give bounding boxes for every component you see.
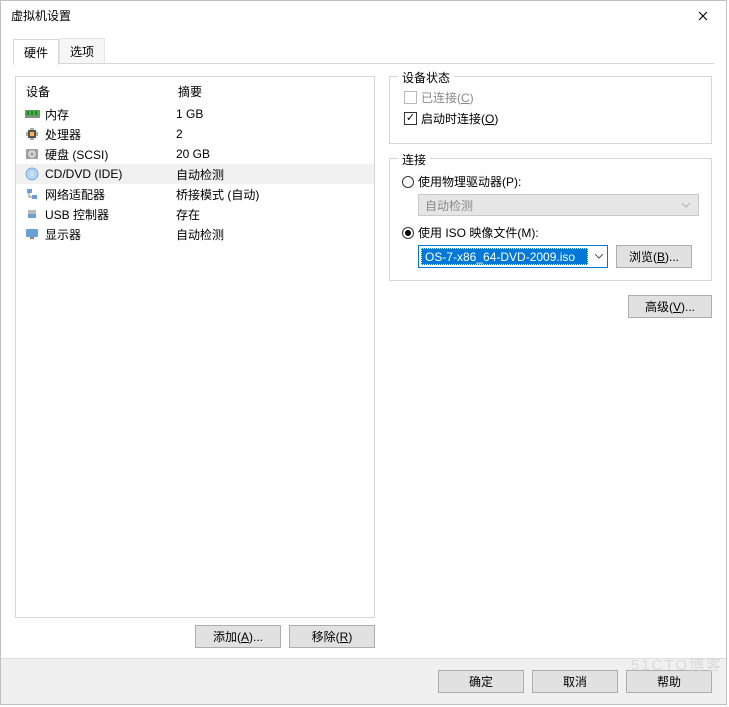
iso-path-combo[interactable]: OS-7-x86_64-DVD-2009.iso [418, 245, 608, 268]
chevron-down-icon[interactable] [590, 246, 607, 267]
list-item[interactable]: 显示器 自动检测 [16, 224, 374, 244]
remove-button[interactable]: 移除(R) [289, 625, 375, 648]
close-button[interactable] [680, 1, 726, 30]
item-label: USB 控制器 [45, 206, 109, 223]
item-label: 显示器 [45, 226, 81, 243]
item-summary: 1 GB [176, 107, 366, 121]
list-item[interactable]: 处理器 2 [16, 124, 374, 144]
cd-icon [24, 166, 40, 182]
group-title: 设备状态 [398, 69, 454, 86]
close-icon [698, 11, 708, 21]
connection-group: 连接 使用物理驱动器(P): 自动检测 [389, 158, 712, 281]
item-summary: 20 GB [176, 147, 366, 161]
item-summary: 存在 [176, 206, 366, 223]
item-label: 处理器 [45, 126, 81, 143]
item-summary: 自动检测 [176, 166, 366, 183]
item-label: 硬盘 (SCSI) [45, 146, 108, 163]
list-item[interactable]: CD/DVD (IDE) 自动检测 [16, 164, 374, 184]
item-label: 网络适配器 [45, 186, 105, 203]
iso-path-value: OS-7-x86_64-DVD-2009.iso [421, 248, 588, 265]
advanced-button[interactable]: 高级(V)... [628, 295, 712, 318]
list-item[interactable]: USB 控制器 存在 [16, 204, 374, 224]
iso-radio[interactable] [402, 227, 414, 239]
physical-drive-radio[interactable] [402, 176, 414, 188]
physical-drive-label: 使用物理驱动器(P): [418, 173, 521, 190]
combo-value: 自动检测 [425, 197, 473, 214]
add-button[interactable]: 添加(A)... [195, 625, 281, 648]
col-summary: 摘要 [178, 83, 202, 100]
browse-button[interactable]: 浏览(B)... [616, 245, 692, 268]
item-summary: 自动检测 [176, 226, 366, 243]
device-status-group: 设备状态 已连接(C) ✓ 启动时连接(O) [389, 76, 712, 144]
list-item[interactable]: 内存 1 GB [16, 104, 374, 124]
list-item[interactable]: 硬盘 (SCSI) 20 GB [16, 144, 374, 164]
tab-hardware[interactable]: 硬件 [13, 39, 59, 65]
iso-label: 使用 ISO 映像文件(M): [418, 224, 539, 241]
disk-icon [24, 146, 40, 162]
item-summary: 桥接模式 (自动) [176, 186, 366, 203]
connected-label: 已连接(C) [421, 89, 474, 106]
ok-button[interactable]: 确定 [438, 670, 524, 693]
col-device: 设备 [26, 83, 178, 100]
cpu-icon [24, 126, 40, 142]
tab-options[interactable]: 选项 [59, 38, 105, 64]
memory-icon [24, 106, 40, 122]
usb-icon [24, 206, 40, 222]
list-item[interactable]: 网络适配器 桥接模式 (自动) [16, 184, 374, 204]
chevron-down-icon [677, 195, 694, 215]
item-summary: 2 [176, 127, 366, 141]
monitor-icon [24, 226, 40, 242]
hardware-list[interactable]: 设备 摘要 内存 1 GB [15, 76, 375, 618]
window-title: 虚拟机设置 [11, 7, 71, 24]
physical-drive-combo: 自动检测 [418, 194, 699, 216]
help-button[interactable]: 帮助 [626, 670, 712, 693]
connect-at-poweron-label: 启动时连接(O) [421, 110, 498, 127]
cancel-button[interactable]: 取消 [532, 670, 618, 693]
item-label: 内存 [45, 106, 69, 123]
network-icon [24, 186, 40, 202]
group-title: 连接 [398, 151, 430, 168]
item-label: CD/DVD (IDE) [45, 167, 122, 181]
connected-checkbox [404, 91, 417, 104]
connect-at-poweron-checkbox[interactable]: ✓ [404, 112, 417, 125]
